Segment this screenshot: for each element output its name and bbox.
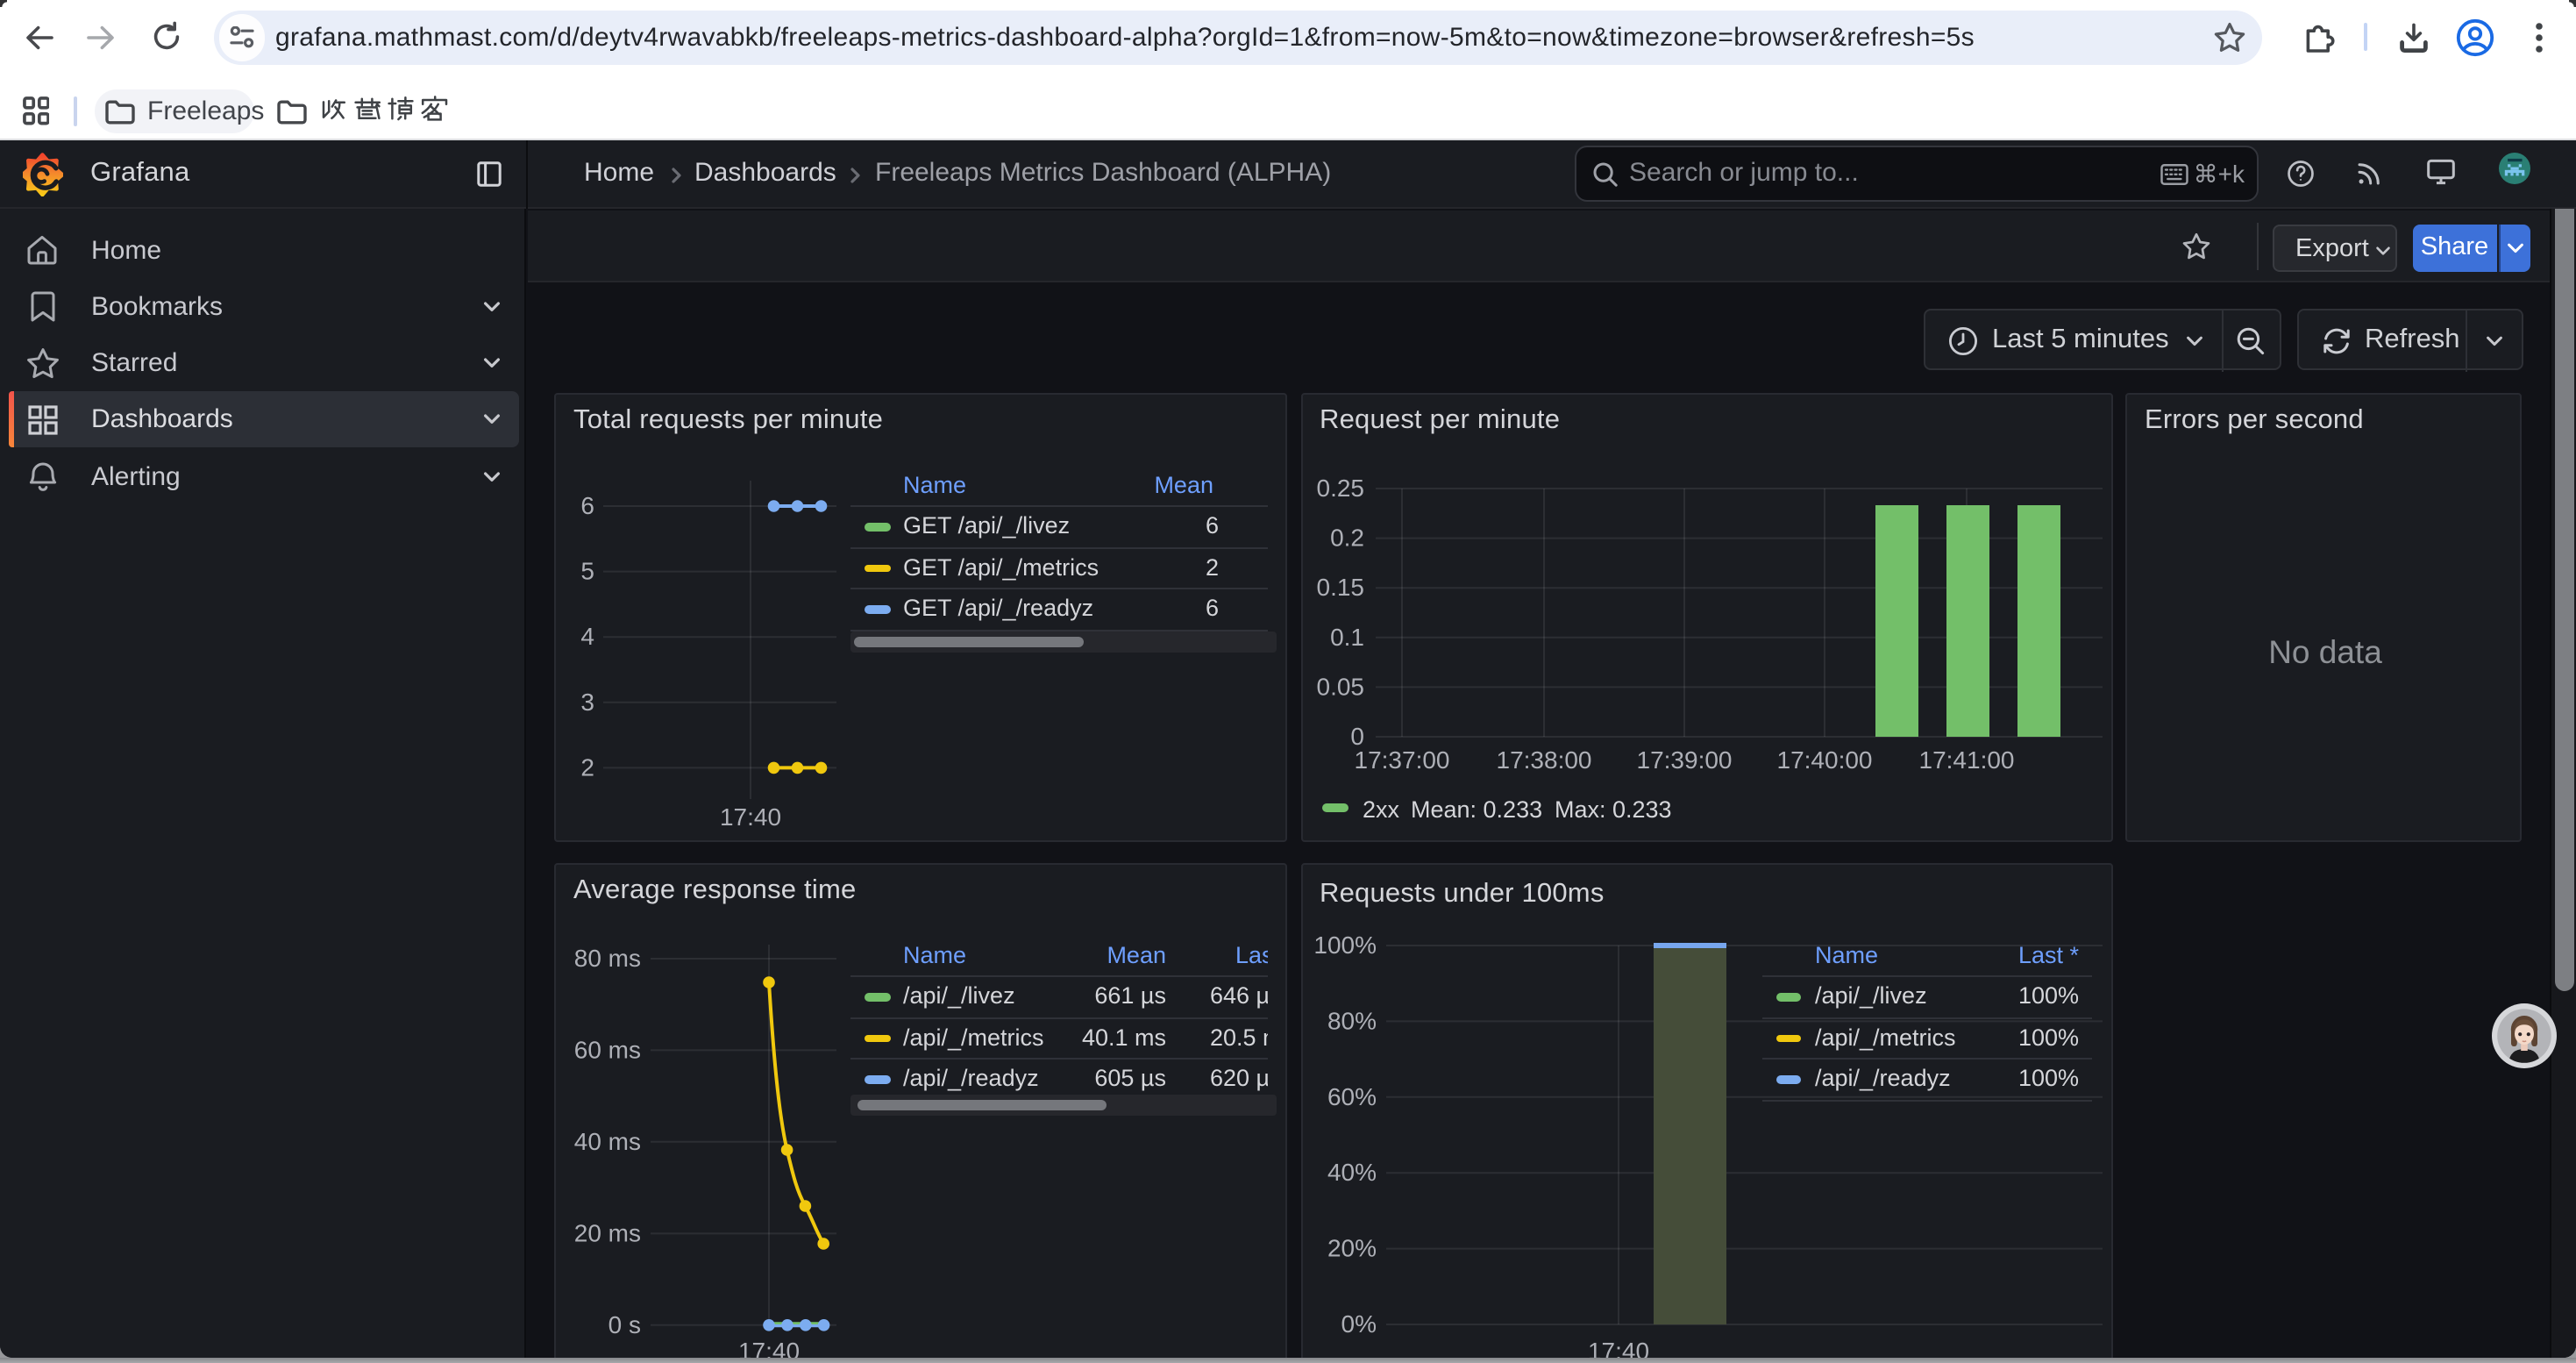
svg-text:20%: 20% <box>1327 1234 1376 1261</box>
svg-text:17:37:00: 17:37:00 <box>1354 746 1449 773</box>
svg-text:0.1: 0.1 <box>1329 623 1363 650</box>
svg-text:4: 4 <box>580 622 594 649</box>
svg-text:17:38:00: 17:38:00 <box>1496 746 1591 773</box>
svg-text:80 ms: 80 ms <box>574 944 641 971</box>
svg-text:40%: 40% <box>1327 1158 1376 1185</box>
svg-text:17:40: 17:40 <box>720 803 781 830</box>
svg-text:17:40: 17:40 <box>1587 1337 1648 1358</box>
svg-text:17:41:00: 17:41:00 <box>1918 746 2014 773</box>
svg-text:0.2: 0.2 <box>1329 524 1363 551</box>
svg-text:17:40:00: 17:40:00 <box>1776 746 1872 773</box>
svg-text:0.25: 0.25 <box>1316 474 1364 501</box>
svg-text:0.15: 0.15 <box>1316 573 1364 600</box>
svg-text:0%: 0% <box>1341 1309 1376 1337</box>
svg-text:40 ms: 40 ms <box>574 1127 641 1154</box>
svg-text:3: 3 <box>580 688 594 715</box>
svg-text:60 ms: 60 ms <box>574 1035 641 1062</box>
svg-text:2: 2 <box>580 753 594 780</box>
svg-text:17:40: 17:40 <box>738 1337 800 1358</box>
svg-text:0.05: 0.05 <box>1316 672 1364 699</box>
svg-text:17:39:00: 17:39:00 <box>1636 746 1732 773</box>
svg-text:0 s: 0 s <box>608 1310 641 1338</box>
svg-text:20 ms: 20 ms <box>574 1218 641 1245</box>
